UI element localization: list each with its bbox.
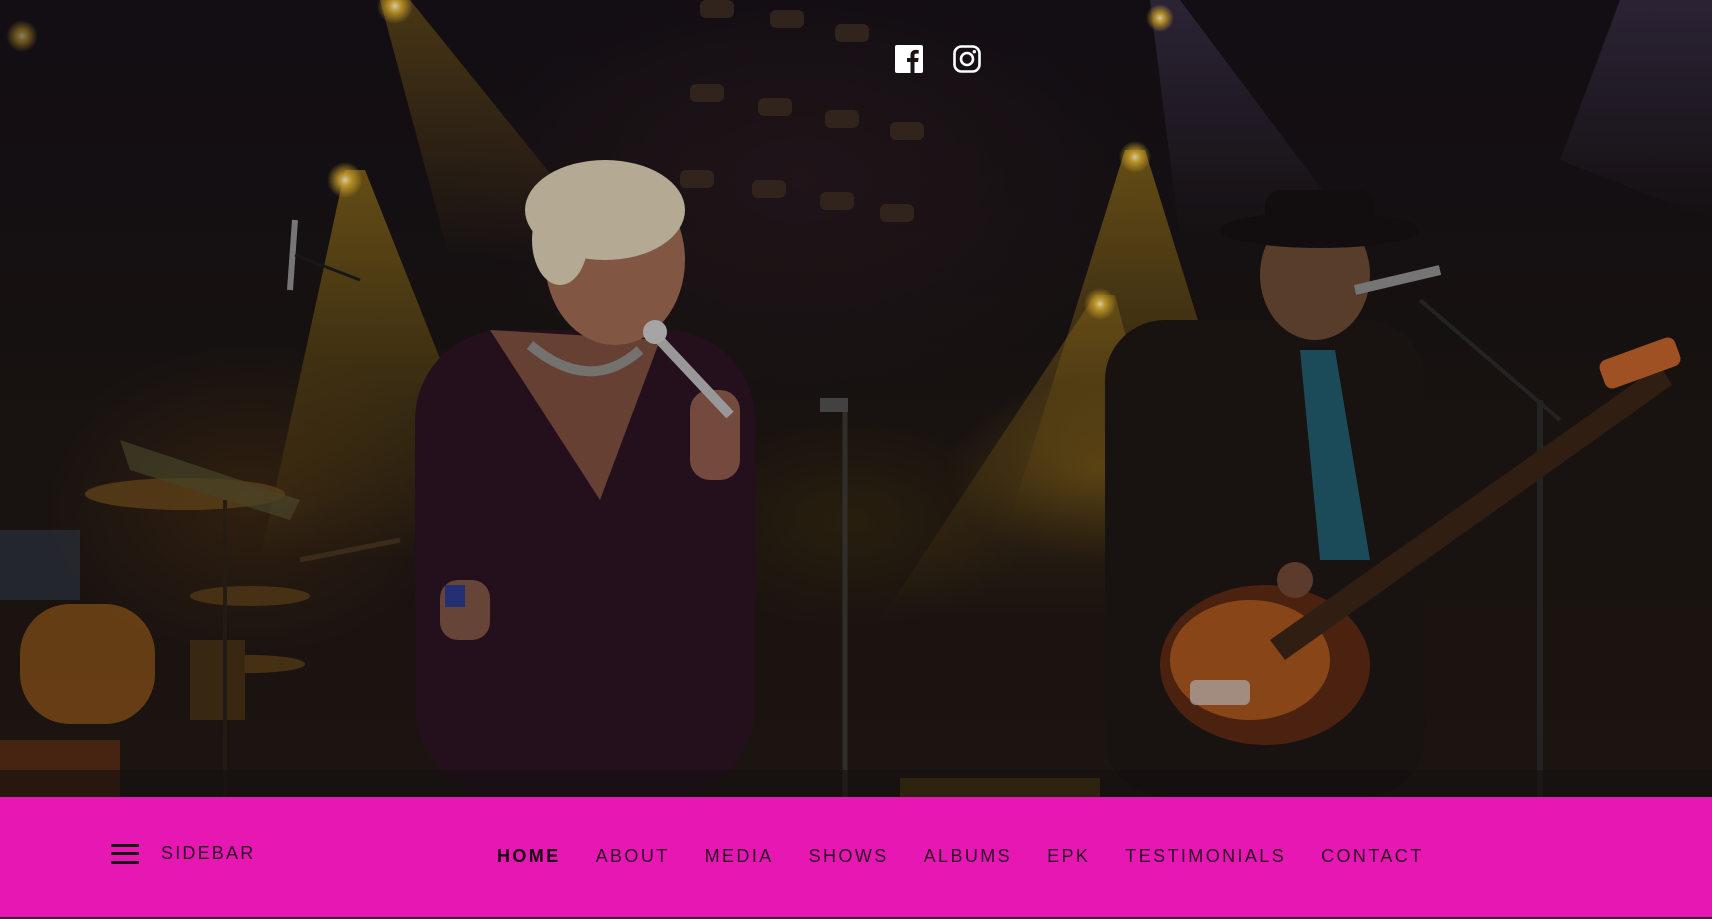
nav-item-albums[interactable]: ALBUMS — [924, 846, 1012, 867]
main-nav: HOME ABOUT MEDIA SHOWS ALBUMS EPK TESTIM… — [497, 846, 1424, 867]
sidebar-toggle-button[interactable]: SIDEBAR — [111, 843, 255, 864]
sidebar-label: SIDEBAR — [161, 843, 256, 863]
nav-item-epk[interactable]: EPK — [1047, 846, 1090, 867]
nav-item-contact[interactable]: CONTACT — [1321, 846, 1423, 867]
facebook-icon[interactable] — [894, 44, 924, 74]
social-links — [894, 44, 982, 74]
hamburger-menu-icon — [111, 843, 139, 864]
hero-stage-photo — [0, 0, 1712, 797]
nav-item-about[interactable]: ABOUT — [596, 846, 670, 867]
nav-item-shows[interactable]: SHOWS — [809, 846, 889, 867]
instagram-icon[interactable] — [952, 44, 982, 74]
nav-item-testimonials[interactable]: TESTIMONIALS — [1125, 846, 1286, 867]
page: SIDEBAR HOME ABOUT MEDIA SHOWS ALBUMS EP… — [0, 0, 1712, 919]
nav-item-home[interactable]: HOME — [497, 846, 561, 867]
hero-dark-overlay — [0, 0, 1712, 797]
nav-item-media[interactable]: MEDIA — [705, 846, 774, 867]
